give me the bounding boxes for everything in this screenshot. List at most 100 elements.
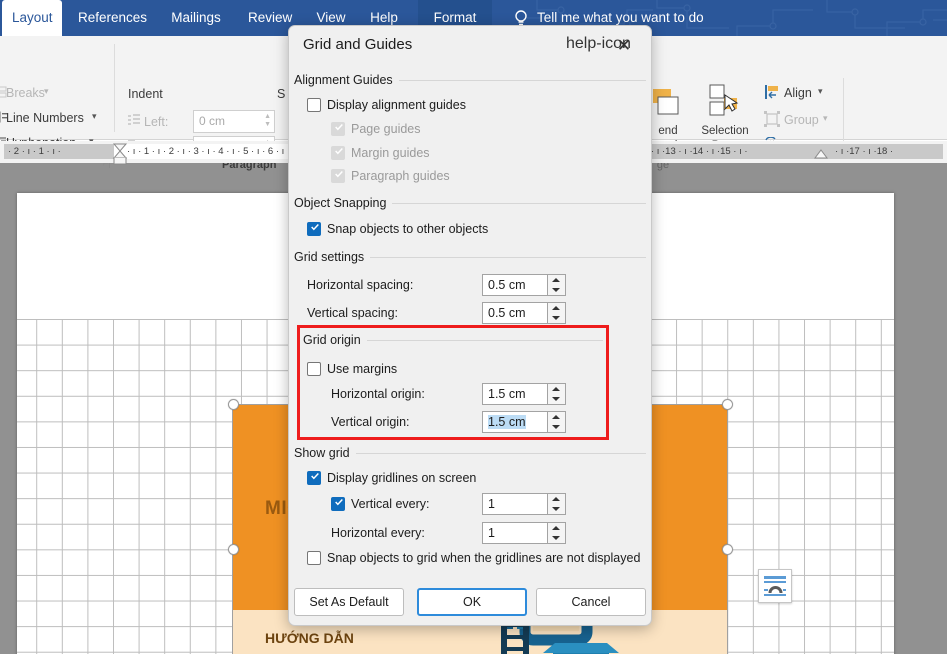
spinner-down-icon[interactable] (548, 285, 564, 295)
align-label[interactable]: Align (784, 86, 812, 100)
input-horizontal-every[interactable]: 1 (482, 522, 548, 544)
checkbox-paragraph-guides (331, 169, 345, 183)
line-numbers-icon (0, 111, 8, 123)
group-label[interactable]: Group (784, 113, 819, 127)
send-backward-icon (650, 86, 684, 120)
checkbox-snap-objects-to-grid[interactable] (307, 551, 321, 565)
label-vertical-origin: Vertical origin: (331, 415, 410, 429)
spinner-down-icon[interactable] (548, 504, 564, 514)
ruler-left-numbers: · 2 · ı · 1 · ı · (8, 144, 61, 159)
layout-options-button[interactable] (758, 569, 792, 603)
check-mark-icon (334, 146, 344, 156)
check-mark-icon (334, 122, 344, 132)
check-mark-icon (310, 222, 320, 232)
tab-references[interactable]: References (68, 0, 154, 36)
label-horizontal-every: Horizontal every: (331, 526, 425, 540)
align-icon (764, 84, 780, 100)
spinner-up-icon[interactable] (548, 384, 564, 394)
breaks-dropdown-caret[interactable]: ▾ (44, 86, 49, 97)
spinner-horizontal-spacing[interactable] (548, 274, 566, 296)
label-horizontal-spacing: Horizontal spacing: (307, 278, 413, 292)
spinner-down-icon[interactable] (548, 533, 564, 543)
spinner-up-icon[interactable] (548, 303, 564, 313)
ok-button[interactable]: OK (417, 588, 527, 616)
cancel-button[interactable]: Cancel (536, 588, 646, 616)
group-caret[interactable]: ▾ (823, 113, 828, 124)
resize-handle-top-left[interactable] (228, 399, 239, 410)
label-snap-objects-to-grid[interactable]: Snap objects to grid when the gridlines … (327, 551, 640, 565)
spinner-vertical-origin[interactable] (548, 411, 566, 433)
checkbox-vertical-every[interactable] (331, 497, 345, 511)
label-display-alignment-guides[interactable]: Display alignment guides (327, 98, 466, 112)
label-paragraph-guides: Paragraph guides (351, 169, 450, 183)
resize-handle-middle-left[interactable] (228, 544, 239, 555)
checkbox-snap-objects-to-other-objects[interactable] (307, 222, 321, 236)
selection-border-right (727, 404, 728, 654)
label-use-margins[interactable]: Use margins (327, 362, 397, 376)
ruler-tail-numbers: · ı ·17 · ı ·18 · (835, 144, 893, 159)
ruler-right-numbers: 2 · ı ·13 · ı ·14 · ı ·15 · ı · (643, 144, 748, 159)
indent-group-title: Indent (128, 87, 163, 101)
input-vertical-spacing[interactable]: 0.5 cm (482, 302, 548, 324)
check-mark-icon (334, 497, 344, 507)
section-label-grid-settings: Grid settings (294, 250, 370, 264)
label-margin-guides: Margin guides (351, 146, 430, 160)
input-horizontal-origin[interactable]: 1.5 cm (482, 383, 548, 405)
spinner-horizontal-every[interactable] (548, 522, 566, 544)
word-window: HƯỚNG DẪN CHÈN ẢNH MICROSOFT HƯỚNG DẪN (0, 0, 947, 654)
checkbox-display-alignment-guides[interactable] (307, 98, 321, 112)
dialog-title: Grid and Guides (303, 36, 412, 53)
spinner-up-icon[interactable] (548, 494, 564, 504)
input-horizontal-spacing[interactable]: 0.5 cm (482, 274, 548, 296)
layout-options-icon (759, 570, 791, 602)
label-vertical-every[interactable]: Vertical every: (351, 497, 430, 511)
tab-layout[interactable]: Layout (2, 0, 62, 36)
label-page-guides: Page guides (351, 122, 421, 136)
set-as-default-button[interactable]: Set As Default (294, 588, 404, 616)
indent-left-input[interactable]: 0 cm ▲▼ (193, 110, 275, 133)
send-backward-label-1[interactable]: end (648, 125, 688, 137)
resize-handle-middle-right[interactable] (722, 544, 733, 555)
selection-border-left (232, 404, 233, 654)
input-vertical-origin[interactable]: 1.5 cm (482, 411, 548, 433)
tab-mailings[interactable]: Mailings (160, 0, 232, 36)
breaks-icon (0, 86, 8, 98)
selection-pane-label-1[interactable]: Selection (694, 125, 756, 137)
spinner-vertical-spacing[interactable] (548, 302, 566, 324)
close-icon[interactable]: ✕ (608, 33, 640, 59)
spacing-group-title: S (277, 87, 285, 101)
section-label-grid-origin: Grid origin (303, 333, 367, 347)
spinner-down-icon[interactable] (548, 394, 564, 404)
spinner-horizontal-origin[interactable] (548, 383, 566, 405)
align-caret[interactable]: ▾ (818, 86, 823, 97)
section-label-alignment-guides: Alignment Guides (294, 73, 399, 87)
spinner-up-icon[interactable] (548, 523, 564, 533)
indent-left-spinner[interactable]: ▲▼ (264, 113, 271, 129)
label-horizontal-origin: Horizontal origin: (331, 387, 425, 401)
label-snap-objects-to-other-objects[interactable]: Snap objects to other objects (327, 222, 488, 236)
spinner-up-icon[interactable] (548, 412, 564, 422)
section-label-object-snapping: Object Snapping (294, 196, 392, 210)
spinner-up-icon[interactable] (548, 275, 564, 285)
selection-pane-icon (707, 82, 743, 120)
indent-left-value: 0 cm (199, 114, 225, 128)
checkbox-page-guides (331, 122, 345, 136)
label-display-gridlines-on-screen[interactable]: Display gridlines on screen (327, 471, 476, 485)
checkbox-margin-guides (331, 146, 345, 160)
line-numbers-dropdown-caret[interactable]: ▾ (92, 111, 97, 122)
checkbox-display-gridlines-on-screen[interactable] (307, 471, 321, 485)
spinner-down-icon[interactable] (548, 313, 564, 323)
check-mark-icon (334, 169, 344, 179)
ribbon-line-numbers[interactable]: Line Numbers (6, 111, 84, 125)
right-indent-marker[interactable] (814, 149, 828, 159)
checkbox-use-margins[interactable] (307, 362, 321, 376)
resize-handle-top-right[interactable] (722, 399, 733, 410)
spinner-vertical-every[interactable] (548, 493, 566, 515)
ribbon-breaks[interactable]: Breaks (6, 86, 45, 100)
section-label-show-grid: Show grid (294, 446, 356, 460)
spinner-down-icon[interactable] (548, 422, 564, 432)
check-mark-icon (310, 471, 320, 481)
input-vertical-every[interactable]: 1 (482, 493, 548, 515)
indent-left-icon (127, 114, 141, 126)
left-indent-marker[interactable] (113, 157, 127, 165)
